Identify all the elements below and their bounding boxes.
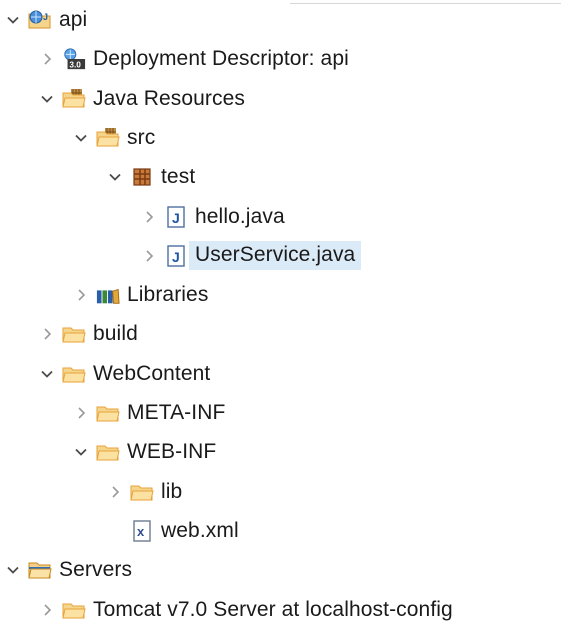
web-project-icon: J: [28, 8, 52, 32]
java-resources-icon: [62, 87, 86, 111]
tree-item[interactable]: src: [70, 120, 155, 156]
java-file-icon: J: [164, 244, 188, 268]
tree-item-label: Java Resources: [93, 86, 245, 110]
tree-item[interactable]: test: [104, 159, 195, 195]
deployment-descriptor-icon: 3.0: [62, 47, 86, 71]
tree-item-label: META-INF: [127, 401, 226, 424]
tree-item[interactable]: Japi: [2, 2, 87, 38]
tree-item[interactable]: Libraries: [70, 277, 208, 313]
chevron-right-icon[interactable]: [104, 474, 126, 510]
svg-text:x: x: [137, 524, 145, 539]
chevron-right-icon[interactable]: [70, 277, 92, 313]
chevron-right-icon[interactable]: [36, 41, 58, 77]
chevron-right-icon[interactable]: [138, 238, 160, 274]
chevron-down-icon[interactable]: [36, 81, 58, 117]
tree-item-label: web.xml: [161, 518, 239, 542]
tree-item[interactable]: META-INF: [70, 395, 225, 431]
folder-icon: [96, 440, 120, 464]
chevron-right-icon[interactable]: [70, 395, 92, 431]
folder-icon: [96, 401, 120, 425]
tree-item-label: src: [127, 125, 156, 149]
tree-item[interactable]: WebContent: [36, 356, 210, 392]
tree-item-label: Deployment Descriptor: api: [93, 47, 349, 71]
tree-item[interactable]: lib: [104, 474, 182, 510]
chevron-down-icon[interactable]: [36, 356, 58, 392]
tree-item[interactable]: Tomcat v7.0 Server at localhost-config: [36, 592, 453, 628]
tree-item-label: UserService.java: [189, 241, 362, 271]
svg-text:J: J: [172, 249, 180, 265]
tree-item[interactable]: Servers: [2, 552, 132, 588]
libraries-icon: [96, 283, 120, 307]
xml-file-icon: x: [130, 519, 154, 543]
tree-item-label: api: [59, 8, 88, 31]
chevron-down-icon[interactable]: [2, 2, 24, 38]
tree-item-label: Tomcat v7.0 Server at localhost-config: [93, 597, 453, 621]
svg-text:J: J: [43, 12, 48, 22]
chevron-down-icon[interactable]: [104, 159, 126, 195]
java-file-icon: J: [164, 205, 188, 229]
svg-text:3.0: 3.0: [69, 60, 81, 70]
package-icon: [130, 165, 154, 189]
folder-icon: [62, 598, 86, 622]
tree-item-label: lib: [161, 479, 183, 503]
tree-item[interactable]: x web.xml: [104, 513, 239, 549]
tree-item[interactable]: 3.0 Deployment Descriptor: api: [36, 41, 349, 77]
folder-icon: [62, 362, 86, 386]
tree-item-label: Libraries: [127, 283, 209, 307]
chevron-down-icon[interactable]: [70, 120, 92, 156]
chevron-down-icon[interactable]: [2, 552, 24, 588]
chevron-right-icon[interactable]: [138, 199, 160, 235]
tree-item-label: build: [93, 322, 138, 346]
tree-item[interactable]: Java Resources: [36, 81, 245, 117]
tree-item[interactable]: J UserService.java: [138, 238, 362, 274]
tree-item-label: WEB-INF: [127, 440, 217, 464]
folder-icon: [130, 480, 154, 504]
tree-item-label: WebContent: [93, 361, 211, 385]
chevron-down-icon[interactable]: [70, 434, 92, 470]
tree-item[interactable]: WEB-INF: [70, 434, 216, 470]
tree-item-label: Servers: [59, 558, 133, 582]
svg-text:J: J: [172, 210, 180, 226]
folder-icon: [62, 322, 86, 346]
source-folder-icon: [96, 126, 120, 150]
servers-folder-icon: [28, 558, 52, 582]
chevron-right-icon[interactable]: [36, 592, 58, 628]
chevron-right-icon[interactable]: [36, 316, 58, 352]
project-explorer-tree: Japi 3.0 Deployment Descriptor: api Java Re…: [0, 0, 561, 630]
tree-item-label: hello.java: [195, 204, 285, 228]
tree-item[interactable]: build: [36, 316, 138, 352]
tree-item-label: test: [161, 165, 196, 189]
tree-item[interactable]: Jhello.java: [138, 199, 285, 235]
